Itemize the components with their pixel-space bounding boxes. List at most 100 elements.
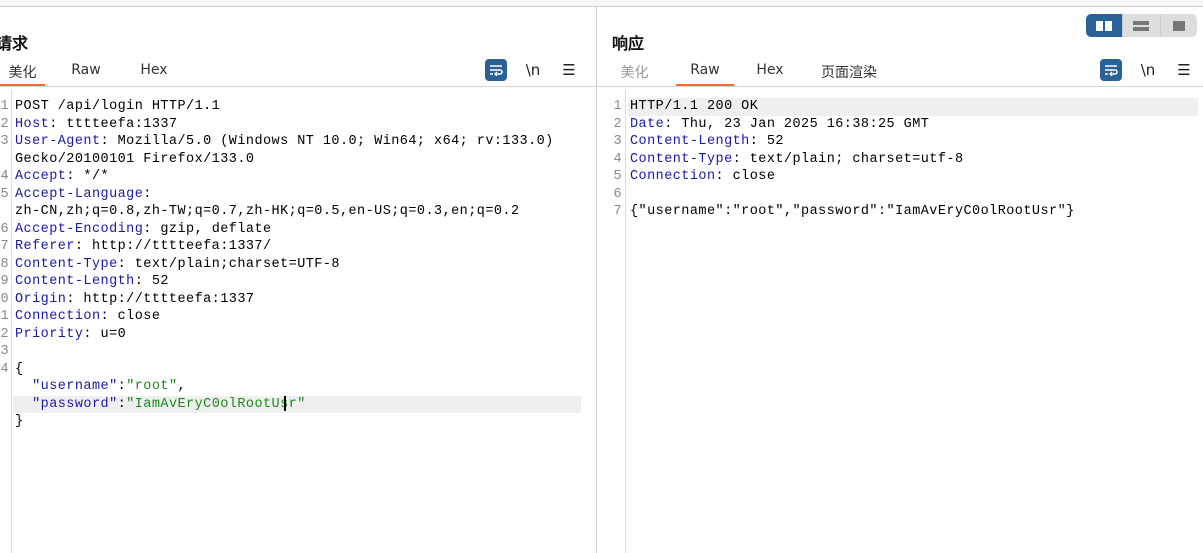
wrap-lines-icon[interactable]: [485, 59, 507, 81]
tab-render[interactable]: 页面渲染: [816, 62, 882, 86]
request-title: 请求: [0, 34, 29, 53]
line-text: : text/plain;charset=UTF-8: [117, 256, 340, 272]
header-name: Accept-Language: [15, 186, 144, 202]
header-name: Accept-Encoding: [15, 221, 144, 237]
tab-pretty[interactable]: 美化: [0, 62, 45, 86]
line-number: 14: [0, 361, 9, 377]
header-name: Content-Type: [15, 256, 118, 272]
line-text: :: [117, 379, 127, 394]
header-name: Connection: [15, 309, 101, 324]
json-string: "root": [126, 379, 178, 394]
line-text: Gecko/20100101 Firefox/133.0: [15, 151, 255, 167]
line-text: HTTP/1.1 200 OK: [630, 99, 759, 114]
tab-raw[interactable]: Raw: [676, 62, 734, 86]
line-number: 7: [613, 204, 622, 219]
code-line: zh-CN,zh;q=0.8,zh-TW;q=0.7,zh-HK;q=0.5,e…: [15, 203, 520, 221]
header-name: User-Agent: [15, 134, 101, 149]
code-line: POST /api/login HTTP/1.1: [15, 98, 220, 116]
line-text: : */*: [66, 169, 110, 184]
code-line: Date: Thu, 23 Jan 2025 16:38:25 GMT: [630, 116, 929, 134]
code-line: Content-Length: 52: [15, 273, 169, 291]
response-tabs: 美化 Raw Hex 页面渲染 \n ☰: [598, 59, 1203, 87]
line-number: 4: [613, 151, 622, 167]
code-line: }: [15, 413, 24, 431]
line-number: 5: [0, 186, 9, 202]
request-editor[interactable]: 1 POST /api/login HTTP/1.1 2 Host: tttteefa…: [0, 90, 596, 553]
header-name: "username": [15, 379, 118, 394]
code-line: "password":"IamAvEryC0olRootUsr": [15, 395, 306, 414]
code-line: "username":"root",: [15, 378, 186, 396]
line-number: 11: [0, 309, 9, 324]
layout-toggle: [1086, 14, 1197, 37]
response-title: 响应: [612, 34, 645, 53]
text-cursor: [283, 395, 286, 411]
line-text: POST /api/login HTTP/1.1: [15, 99, 221, 114]
line-text: }: [15, 414, 24, 429]
line-text: : tttteefa:1337: [49, 116, 178, 132]
request-tabs: 美化 Raw Hex \n ☰: [0, 59, 596, 87]
tab-hex[interactable]: Hex: [130, 62, 178, 86]
line-number: 1: [0, 99, 9, 114]
header-name: "password": [15, 396, 118, 412]
line-number: 6: [0, 221, 9, 237]
line-text: zh-CN,zh;q=0.8,zh-TW;q=0.7,zh-HK;q=0.5,e…: [15, 204, 520, 219]
request-panel: 请求 美化 Raw Hex \n ☰ 1 POST /api/login HTTP…: [0, 7, 597, 553]
code-line: Gecko/20100101 Firefox/133.0: [15, 151, 254, 169]
line-number: 1: [613, 99, 622, 114]
top-strip: [0, 0, 1203, 7]
tab-raw[interactable]: Raw: [62, 62, 110, 86]
response-editor[interactable]: 1 HTTP/1.1 200 OK 2 Date: Thu, 23 Jan 2025 …: [598, 90, 1203, 553]
line-text: ,: [177, 379, 187, 394]
code-line: Origin: http://tttteefa:1337: [15, 291, 254, 309]
line-text: : Mozilla/5.0 (Windows NT 10.0; Win64; x…: [100, 134, 554, 149]
code-line: Accept-Language:: [15, 186, 152, 204]
line-text: : Thu, 23 Jan 2025 16:38:25 GMT: [664, 116, 930, 132]
code-line: Content-Length: 52: [630, 133, 784, 151]
code-line: Referer: http://tttteefa:1337/: [15, 238, 272, 256]
code-line: Content-Type: text/plain;charset=UTF-8: [15, 256, 340, 274]
line-number: 2: [613, 116, 622, 132]
line-number: 2: [0, 116, 9, 132]
code-line: User-Agent: Mozilla/5.0 (Windows NT 10.0…: [15, 133, 554, 151]
line-text: : 52: [134, 274, 169, 289]
newline-toggle-button[interactable]: \n: [522, 59, 544, 81]
hamburger-menu-icon[interactable]: ☰: [1173, 59, 1195, 81]
line-text: : gzip, deflate: [143, 221, 272, 237]
line-number: 5: [613, 169, 622, 184]
line-text: : close: [715, 169, 776, 184]
newline-toggle-button[interactable]: \n: [1137, 59, 1159, 81]
header-name: Connection: [630, 169, 716, 184]
code-line: Connection: close: [15, 308, 160, 326]
header-name: Origin: [15, 291, 67, 307]
line-number: 3: [0, 134, 9, 149]
line-number: 3: [613, 134, 622, 149]
line-text: :: [117, 396, 127, 412]
code-line: HTTP/1.1 200 OK: [630, 98, 758, 116]
line-text: : 52: [749, 134, 784, 149]
header-name: Accept: [15, 169, 67, 184]
wrap-lines-icon[interactable]: [1100, 59, 1122, 81]
header-name: Content-Length: [630, 134, 750, 149]
tab-hex[interactable]: Hex: [746, 62, 794, 86]
code-line: Host: tttteefa:1337: [15, 116, 178, 134]
single-pane-icon[interactable]: [1161, 14, 1197, 37]
header-name: Host: [15, 116, 50, 132]
split-horizontal-icon[interactable]: [1086, 14, 1124, 37]
line-number: 6: [613, 186, 622, 202]
header-name: Content-Length: [15, 274, 135, 289]
code-line: Accept: */*: [15, 168, 109, 186]
tab-pretty[interactable]: 美化: [612, 62, 657, 86]
line-text: : http://tttteefa:1337/: [74, 239, 272, 254]
code-line: {: [15, 361, 24, 379]
header-name: Priority: [15, 326, 84, 342]
header-name: Date: [630, 116, 665, 132]
split-vertical-icon[interactable]: [1123, 14, 1161, 37]
json-string: r": [288, 396, 306, 412]
line-text: : text/plain; charset=utf-8: [732, 151, 964, 167]
code-line: Accept-Encoding: gzip, deflate: [15, 221, 272, 239]
hamburger-menu-icon[interactable]: ☰: [558, 59, 580, 81]
line-text: {"username":"root","password":"IamAvEryC…: [630, 204, 1075, 219]
line-number: 10: [0, 291, 9, 307]
line-number: 8: [0, 256, 9, 272]
json-string: "IamAvEryC0olRootUs: [126, 396, 289, 412]
